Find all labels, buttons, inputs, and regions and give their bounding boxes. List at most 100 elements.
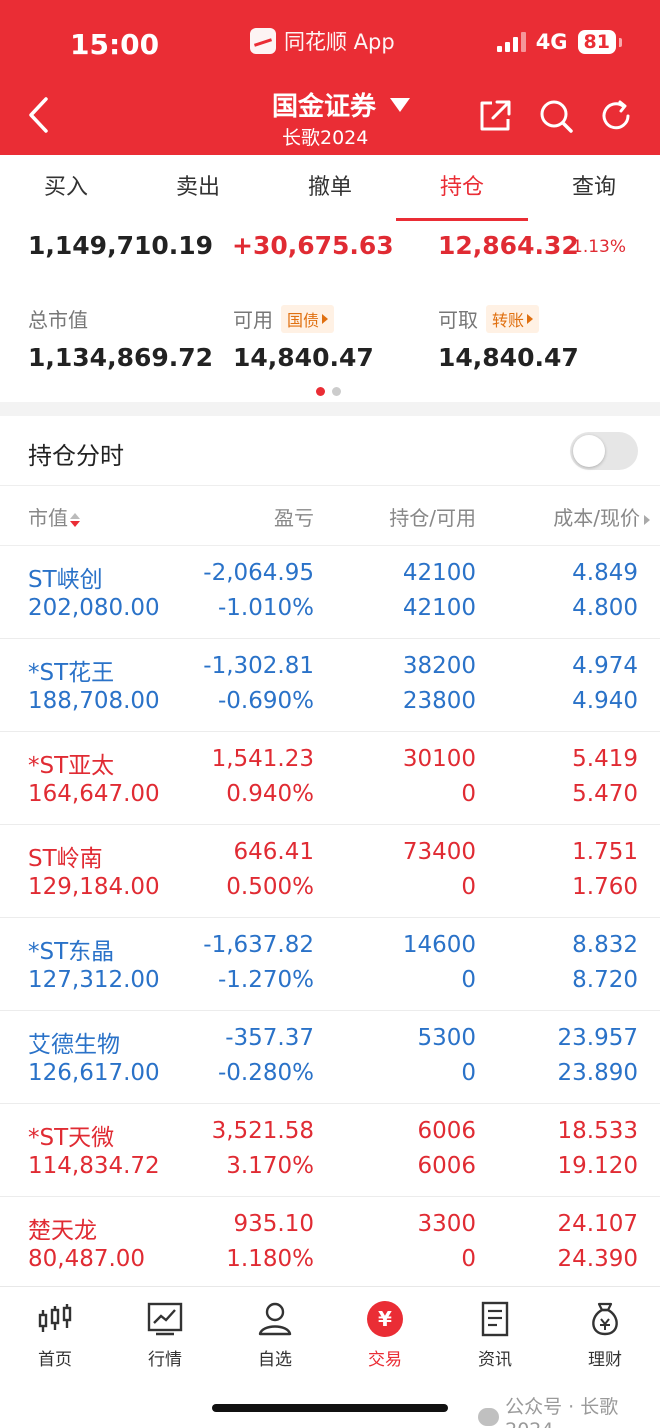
table-row[interactable]: *ST亚太 164,647.00 1,541.23 0.940% 30100 0 5.419… [0,732,660,825]
market-value-cell: 164,647.00 [28,781,160,807]
page-dot [316,387,325,396]
position-cell: 42100 [402,560,476,586]
user-icon [255,1299,295,1339]
search-icon [540,100,573,133]
status-indicators: 4G 81 [496,30,623,54]
timeshare-label: 持仓分时 [28,442,124,470]
stock-name: ST岭南 [28,846,103,872]
page-dot [332,387,341,396]
pnl-cell: -357.37 [225,1025,314,1051]
table-row[interactable]: *ST东晶 127,312.00 -1,637.82 -1.270% 14600 0 8.8… [0,918,660,1011]
tab-cancel[interactable]: 撤单 [264,155,396,221]
nav-trade[interactable]: ¥ 交易 [345,1299,425,1370]
available-cell: 0 [461,874,476,900]
market-value-cell: 127,312.00 [28,967,160,993]
position-cell: 14600 [402,932,476,958]
cost-cell: 1.751 [572,839,638,865]
trade-tabs: 买入 卖出 撤单 持仓 查询 [0,155,660,221]
withdrawable-label: 可取 转账 [438,304,540,333]
available-cell: 0 [461,1246,476,1272]
transfer-link[interactable]: 转账 [486,304,540,333]
account-name: 长歌2024 [282,127,369,149]
position-cell: 6006 [417,1118,476,1144]
cost-cell: 23.957 [557,1025,638,1051]
pnl-pct-cell: 0.500% [226,874,314,900]
positions-table: 市值 盈亏 持仓/可用 成本/现价 ST峡创 202,080.00 -2,064.9… [0,486,660,1290]
tab-sell[interactable]: 卖出 [132,155,264,221]
candlestick-icon [35,1299,75,1339]
tab-query[interactable]: 查询 [528,155,660,221]
price-cell: 4.800 [572,595,638,621]
arrow-right-icon [527,313,534,324]
stock-name: *ST东晶 [28,939,115,965]
battery-level: 81 [577,30,623,54]
timeshare-toggle[interactable] [570,432,638,470]
market-value-label: 总市值 [28,308,88,332]
header-position[interactable]: 持仓/可用 [389,502,476,531]
search-button[interactable] [538,98,574,134]
cost-cell: 5.419 [572,746,638,772]
market-value-cell: 129,184.00 [28,874,160,900]
price-cell: 19.120 [557,1153,638,1179]
position-cell: 30100 [402,746,476,772]
home-indicator[interactable] [212,1404,448,1412]
available-cell: 6006 [417,1153,476,1179]
pnl-pct-cell: -0.690% [218,688,314,714]
share-icon [480,100,511,131]
available-cell: 0 [461,967,476,993]
cost-cell: 8.832 [572,932,638,958]
header-pnl[interactable]: 盈亏 [274,502,314,531]
price-cell: 1.760 [572,874,638,900]
treasury-bond-link[interactable]: 国债 [281,304,335,333]
nav-market[interactable]: 行情 [125,1299,205,1370]
nav-news[interactable]: 资讯 [455,1299,535,1370]
status-time: 15:00 [70,28,160,61]
available-label: 可用 国债 [233,304,335,333]
pnl-cell: -1,637.82 [203,932,314,958]
cost-cell: 4.849 [572,560,638,586]
nav-wealth[interactable]: 理财 [565,1299,645,1370]
available-funds: 14,840.47 [233,343,374,372]
share-button[interactable] [477,98,513,134]
market-value-cell: 202,080.00 [28,595,160,621]
refresh-button[interactable] [598,98,634,134]
table-row[interactable]: *ST天微 114,834.72 3,521.58 3.170% 6006 6006 18.… [0,1104,660,1197]
stock-name: *ST亚太 [28,753,115,779]
tab-buy[interactable]: 买入 [0,155,132,221]
page-indicator [316,387,341,396]
today-pnl-pct: 1.13% [572,237,627,257]
asset-summary[interactable]: 1,149,710.19 +30,675.63 12,864.32 1.13% … [0,221,660,402]
pnl-cell: -1,302.81 [203,653,314,679]
position-cell: 38200 [402,653,476,679]
table-row[interactable]: 艾德生物 126,617.00 -357.37 -0.280% 5300 0 23.957 2… [0,1011,660,1104]
header-cost-price[interactable]: 成本/现价 [553,502,650,531]
pnl-pct-cell: 1.180% [226,1246,314,1272]
table-header: 市值 盈亏 持仓/可用 成本/现价 [0,486,660,546]
arrow-right-icon [644,514,650,525]
stock-name: *ST天微 [28,1125,115,1151]
table-row[interactable]: ST峡创 202,080.00 -2,064.95 -1.010% 42100 42100… [0,546,660,639]
available-cell: 0 [461,781,476,807]
table-row[interactable]: *ST花王 188,708.00 -1,302.81 -0.690% 38200 2380… [0,639,660,732]
broker-selector[interactable]: 国金证券 长歌2024 [272,86,411,150]
arrow-right-icon [322,313,329,324]
table-row[interactable]: ST岭南 129,184.00 646.41 0.500% 73400 0 1.751 1.7… [0,825,660,918]
market-value-cell: 80,487.00 [28,1246,146,1272]
today-pnl: 12,864.32 [438,231,579,260]
price-cell: 24.390 [557,1246,638,1272]
document-icon [475,1299,515,1339]
table-row[interactable]: 楚天龙 80,487.00 935.10 1.180% 3300 0 24.107 24.39… [0,1197,660,1290]
sort-icon [70,512,80,527]
header-market-value[interactable]: 市值 [28,502,80,531]
position-cell: 3300 [417,1211,476,1237]
stock-name: 艾德生物 [28,1032,120,1058]
back-button[interactable] [24,95,54,135]
table-body: ST峡创 202,080.00 -2,064.95 -1.010% 42100 42100… [0,546,660,1290]
tab-positions[interactable]: 持仓 [396,155,528,221]
nav-home[interactable]: 首页 [15,1299,95,1370]
nav-watchlist[interactable]: 自选 [235,1299,315,1370]
pnl-cell: 935.10 [233,1211,314,1237]
position-cell: 5300 [417,1025,476,1051]
refresh-icon [602,100,630,130]
pnl-pct-cell: 3.170% [226,1153,314,1179]
